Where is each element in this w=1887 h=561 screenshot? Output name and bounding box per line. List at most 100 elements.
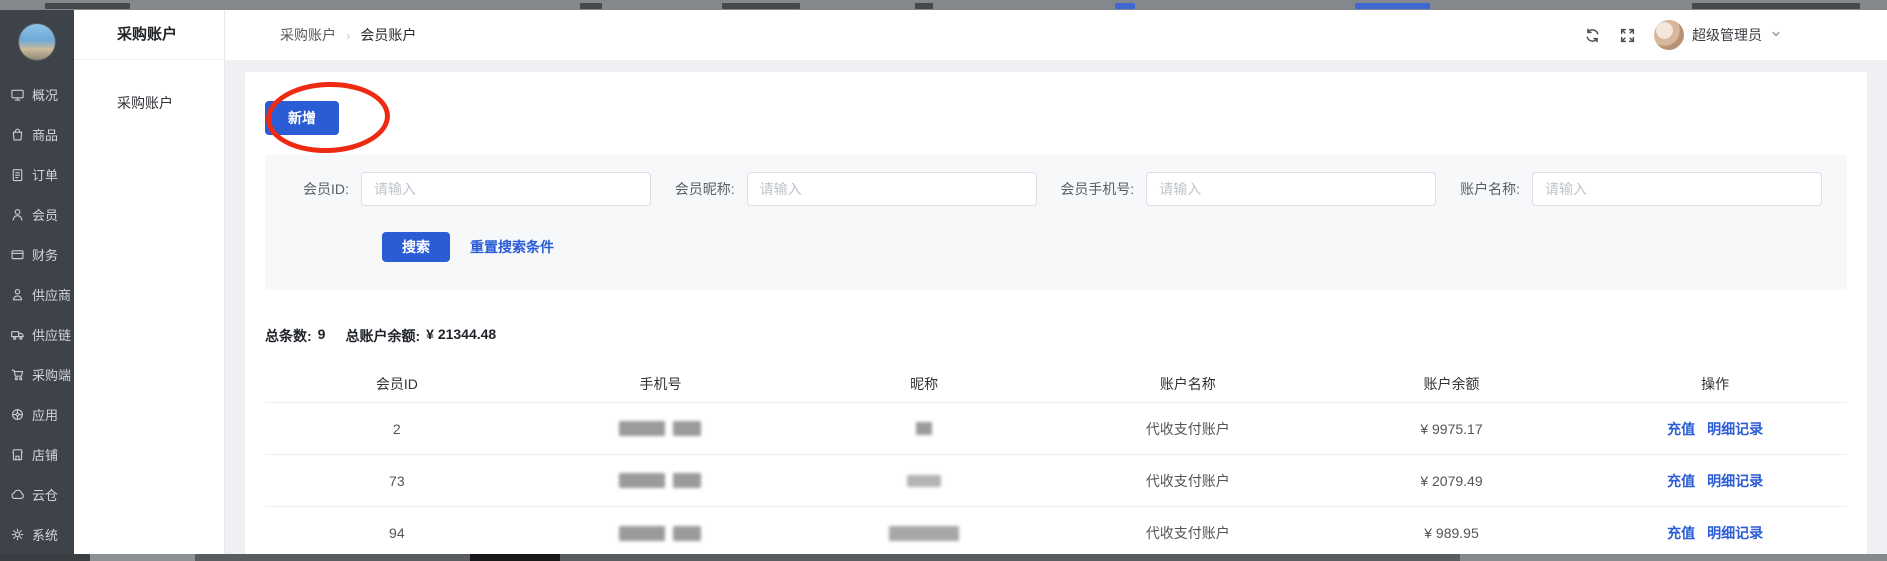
apps-wheel-icon: [10, 407, 25, 422]
refresh-icon[interactable]: [1584, 27, 1601, 44]
recharge-link[interactable]: 充值: [1667, 419, 1695, 439]
sidebar-item-10[interactable]: 店铺: [0, 434, 74, 474]
sidebar-item-8[interactable]: 采购端: [0, 354, 74, 394]
reset-search-link[interactable]: 重置搜索条件: [470, 237, 554, 257]
member-id-label: 会员ID:: [303, 179, 349, 199]
breadcrumb-current: 会员账户: [360, 25, 416, 45]
sidebar-item-7[interactable]: 供应链: [0, 314, 74, 354]
search-button[interactable]: 搜索: [382, 232, 450, 262]
summary-line: 总条数: 9 总账户余额: ¥ 21344.48: [265, 326, 1847, 346]
sidebar-item-label: 财务: [32, 245, 58, 264]
bottom-strip-segment: [1460, 554, 1887, 561]
redaction-blur: [673, 421, 701, 436]
redaction-blur: [916, 422, 932, 435]
sidebar-item-11[interactable]: 云仓: [0, 474, 74, 514]
member-phone-label: 会员手机号:: [1060, 179, 1134, 199]
redaction-blur: [889, 526, 959, 541]
system-gear-icon: [10, 527, 25, 542]
total-count-value: 9: [318, 326, 326, 346]
cell-account-name: 代收支付账户: [1056, 419, 1320, 439]
goods-bag-icon: [10, 127, 25, 142]
cell-member-id: 94: [265, 525, 529, 541]
cell-account-name: 代收支付账户: [1056, 523, 1320, 543]
sidebar-item-label: 店铺: [32, 445, 58, 464]
sidebar-item-1[interactable]: 概况: [0, 74, 74, 114]
sidebar-item-label: 供应商: [32, 285, 71, 304]
workspace-logo-avatar[interactable]: [19, 24, 55, 60]
cell-nickname-redacted: [792, 526, 1056, 541]
finance-card-icon: [10, 247, 25, 262]
sidebar-item-label: 供应链: [32, 325, 71, 344]
account-name-input[interactable]: [1532, 172, 1822, 206]
main-menu: 概况商品订单会员财务供应商供应链采购端应用店铺云仓系统: [0, 74, 74, 554]
member-phone-field-group: 会员手机号:: [1060, 172, 1436, 206]
secondary-sidebar: 采购账户 采购账户: [74, 10, 225, 554]
sidebar-item-procurement-account[interactable]: 采购账户: [74, 93, 224, 113]
member-phone-input[interactable]: [1146, 172, 1436, 206]
clipped-text-fragment: [915, 3, 933, 9]
sidebar-item-label: 采购端: [32, 365, 71, 384]
top-bar-actions: 超级管理员: [1584, 20, 1782, 50]
secondary-sidebar-title: 采购账户: [74, 10, 224, 60]
cell-actions: 充值 明细记录: [1583, 523, 1847, 543]
sidebar-item-5[interactable]: 财务: [0, 234, 74, 274]
member-nickname-input[interactable]: [747, 172, 1037, 206]
main-sidebar: 概况商品订单会员财务供应商供应链采购端应用店铺云仓系统: [0, 10, 74, 554]
main-content: 新增 会员ID: 会员昵称: 会员手机号: 账户名称:: [225, 60, 1887, 554]
table-header-row: 会员ID 手机号 昵称 账户名称 账户余额 操作: [265, 365, 1847, 403]
breadcrumb-parent[interactable]: 采购账户: [280, 25, 336, 45]
cell-nickname-redacted: [792, 475, 1056, 487]
sidebar-item-label: 应用: [32, 405, 58, 424]
sidebar-item-9[interactable]: 应用: [0, 394, 74, 434]
background-window-top-edge: [0, 0, 1887, 10]
sidebar-item-3[interactable]: 订单: [0, 154, 74, 194]
clipped-text-fragment: [1115, 3, 1135, 9]
scrollbar-thumb[interactable]: [470, 554, 560, 561]
sidebar-item-2[interactable]: 商品: [0, 114, 74, 154]
recharge-link[interactable]: 充值: [1667, 523, 1695, 543]
supplier-person-icon: [10, 287, 25, 302]
bottom-scrollbar[interactable]: [0, 554, 1887, 561]
user-name: 超级管理员: [1692, 25, 1762, 45]
table-row: 94 代收支付账户 ¥ 989.95 充值 明细记录: [265, 507, 1847, 559]
cell-balance: ¥ 9975.17: [1320, 421, 1584, 437]
fullscreen-icon[interactable]: [1619, 27, 1636, 44]
detail-record-link[interactable]: 明细记录: [1707, 523, 1763, 543]
user-avatar: [1654, 20, 1684, 50]
bottom-strip-segment: [0, 554, 90, 561]
col-balance: 账户余额: [1320, 374, 1584, 394]
total-balance-value: ¥ 21344.48: [426, 326, 496, 346]
overview-monitor-icon: [10, 87, 25, 102]
total-count-label: 总条数:: [265, 326, 312, 346]
cell-member-id: 73: [265, 473, 529, 489]
col-nickname: 昵称: [792, 374, 1056, 394]
user-menu[interactable]: 超级管理员: [1654, 20, 1782, 50]
total-balance-label: 总账户余额:: [345, 326, 420, 346]
sidebar-item-label: 商品: [32, 125, 58, 144]
cell-balance: ¥ 989.95: [1320, 525, 1584, 541]
cell-member-id: 2: [265, 421, 529, 437]
sidebar-item-label: 会员: [32, 205, 58, 224]
detail-record-link[interactable]: 明细记录: [1707, 419, 1763, 439]
table-row: 2 代收支付账户 ¥ 9975.17 充值 明细记录: [265, 403, 1847, 455]
top-bar: 采购账户 › 会员账户 超级管理员: [225, 10, 1887, 60]
add-button[interactable]: 新增: [265, 101, 339, 135]
redaction-blur: [673, 526, 701, 541]
detail-record-link[interactable]: 明细记录: [1707, 471, 1763, 491]
cell-balance: ¥ 2079.49: [1320, 473, 1584, 489]
sidebar-item-label: 云仓: [32, 485, 58, 504]
cell-phone-redacted: [529, 473, 793, 488]
cell-actions: 充值 明细记录: [1583, 471, 1847, 491]
cell-account-name: 代收支付账户: [1056, 471, 1320, 491]
member-nickname-label: 会员昵称:: [675, 179, 735, 199]
shop-store-icon: [10, 447, 25, 462]
recharge-link[interactable]: 充值: [1667, 471, 1695, 491]
sidebar-item-12[interactable]: 系统: [0, 514, 74, 554]
sidebar-item-6[interactable]: 供应商: [0, 274, 74, 314]
clipped-text-fragment: [45, 3, 130, 9]
account-name-label: 账户名称:: [1460, 179, 1520, 199]
clipped-text-fragment: [1692, 3, 1860, 9]
sidebar-item-4[interactable]: 会员: [0, 194, 74, 234]
member-id-input[interactable]: [361, 172, 651, 206]
chevron-down-icon: [1770, 27, 1782, 43]
